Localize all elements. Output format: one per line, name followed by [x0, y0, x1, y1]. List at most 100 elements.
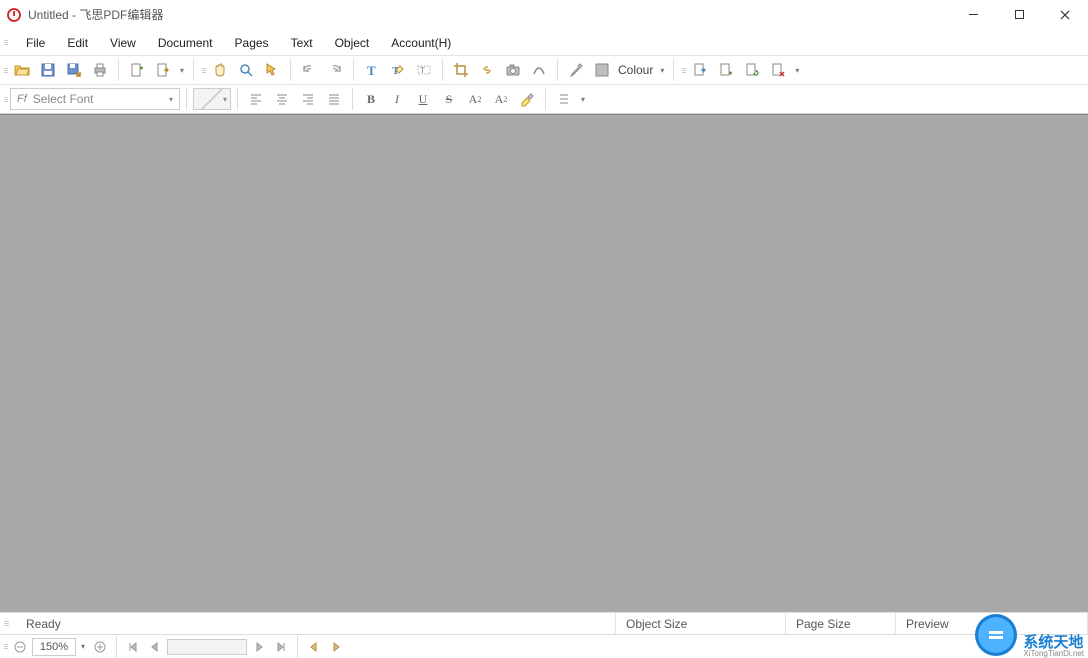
print-button[interactable] — [88, 58, 112, 82]
next-page-button[interactable] — [249, 637, 269, 657]
zoom-dropdown[interactable]: ▾ — [78, 642, 88, 651]
text-tool-button[interactable]: T — [360, 58, 384, 82]
font-prefix-icon: Ff — [17, 93, 27, 105]
page-insert-button[interactable] — [714, 58, 738, 82]
prev-page-button[interactable] — [145, 637, 165, 657]
new-page-button[interactable] — [125, 58, 149, 82]
page-ops-dropdown[interactable]: ▾ — [792, 66, 802, 75]
text-box-button[interactable]: T — [412, 58, 436, 82]
eyedropper-button[interactable] — [564, 58, 588, 82]
menu-account[interactable]: Account(H) — [381, 32, 461, 54]
font-selector[interactable]: Ff Select Font ▾ — [10, 88, 180, 110]
watermark-icon — [975, 614, 1017, 656]
toolbar-separator — [237, 88, 238, 110]
window-title: Untitled - 飞思PDF编辑器 — [28, 6, 163, 23]
crop-button[interactable] — [449, 58, 473, 82]
watermark-en: XiTongTianDi.net — [1023, 650, 1084, 658]
first-page-button[interactable] — [123, 637, 143, 657]
watermark-cn: 系统天地 — [1023, 635, 1084, 650]
menu-object[interactable]: Object — [325, 32, 380, 54]
history-back-button[interactable] — [304, 637, 324, 657]
snapshot-button[interactable] — [501, 58, 525, 82]
italic-button[interactable]: I — [385, 87, 409, 111]
page-refresh-button[interactable] — [740, 58, 764, 82]
toolbar-separator — [352, 88, 353, 110]
save-as-button[interactable] — [62, 58, 86, 82]
svg-text:T: T — [420, 66, 425, 75]
shape-button[interactable] — [527, 58, 551, 82]
nav-separator — [297, 636, 298, 658]
hand-tool-button[interactable] — [208, 58, 232, 82]
align-center-button[interactable] — [270, 87, 294, 111]
toolbar-format: Ff Select Font ▾ ▾ B I U S A2 A2 ▾ — [0, 85, 1088, 114]
menu-file[interactable]: File — [16, 32, 55, 54]
page-number-field[interactable] — [167, 639, 247, 655]
watermark: 系统天地 XiTongTianDi.net — [975, 635, 1084, 658]
colour-dropdown[interactable]: ▾ — [657, 66, 667, 75]
line-spacing-dropdown[interactable]: ▾ — [578, 95, 588, 104]
colour-swatch-button[interactable] — [590, 58, 614, 82]
zoom-out-button[interactable] — [10, 637, 30, 657]
align-justify-button[interactable] — [322, 87, 346, 111]
menu-pages[interactable]: Pages — [225, 32, 279, 54]
status-grip[interactable] — [4, 621, 12, 626]
navigation-bar: 150% ▾ 系统天地 XiTongTianDi.net — [0, 634, 1088, 658]
toolbar-separator — [186, 88, 187, 110]
pointer-tool-button[interactable] — [260, 58, 284, 82]
menu-edit[interactable]: Edit — [57, 32, 98, 54]
colour-label: Colour — [616, 63, 655, 77]
toolbar-grip[interactable] — [4, 68, 8, 73]
strikethrough-button[interactable]: S — [437, 87, 461, 111]
toolbar-grip[interactable] — [4, 97, 8, 102]
highlight-button[interactable] — [515, 87, 539, 111]
bold-button[interactable]: B — [359, 87, 383, 111]
status-ready: Ready — [16, 613, 616, 634]
page-extract-button[interactable] — [688, 58, 712, 82]
document-canvas[interactable] — [0, 114, 1088, 612]
save-button[interactable] — [36, 58, 60, 82]
superscript-button[interactable]: A2 — [463, 87, 487, 111]
page-delete-button[interactable] — [766, 58, 790, 82]
toolbar-separator — [557, 59, 558, 81]
window-controls — [950, 0, 1088, 29]
toolbar-separator — [673, 59, 674, 81]
text-edit-button[interactable]: T — [386, 58, 410, 82]
close-button[interactable] — [1042, 0, 1088, 29]
menu-view[interactable]: View — [100, 32, 146, 54]
menu-document[interactable]: Document — [148, 32, 223, 54]
menubar-grip[interactable] — [4, 40, 10, 45]
text-colour-swatch[interactable]: ▾ — [193, 88, 231, 110]
last-page-button[interactable] — [271, 637, 291, 657]
status-page-size: Page Size — [786, 613, 896, 634]
undo-button[interactable] — [297, 58, 321, 82]
history-forward-button[interactable] — [326, 637, 346, 657]
toolbar-separator — [290, 59, 291, 81]
toolbar-separator — [545, 88, 546, 110]
menu-text[interactable]: Text — [281, 32, 323, 54]
app-icon — [6, 7, 22, 23]
underline-button[interactable]: U — [411, 87, 435, 111]
align-right-button[interactable] — [296, 87, 320, 111]
export-page-button[interactable] — [151, 58, 175, 82]
link-button[interactable] — [475, 58, 499, 82]
menubar: File Edit View Document Pages Text Objec… — [0, 30, 1088, 56]
chevron-down-icon: ▾ — [169, 95, 173, 104]
zoom-tool-button[interactable] — [234, 58, 258, 82]
status-object-size: Object Size — [616, 613, 786, 634]
line-spacing-button[interactable] — [552, 87, 576, 111]
zoom-in-button[interactable] — [90, 637, 110, 657]
font-placeholder: Select Font — [33, 92, 94, 106]
toolbar-grip[interactable] — [682, 68, 686, 73]
subscript-button[interactable]: A2 — [489, 87, 513, 111]
export-dropdown[interactable]: ▾ — [177, 66, 187, 75]
align-left-button[interactable] — [244, 87, 268, 111]
toolbar-separator — [442, 59, 443, 81]
titlebar: Untitled - 飞思PDF编辑器 — [0, 0, 1088, 30]
minimize-button[interactable] — [950, 0, 996, 29]
maximize-button[interactable] — [996, 0, 1042, 29]
open-button[interactable] — [10, 58, 34, 82]
nav-grip[interactable] — [4, 644, 8, 649]
redo-button[interactable] — [323, 58, 347, 82]
toolbar-grip[interactable] — [202, 68, 206, 73]
zoom-value[interactable]: 150% — [32, 638, 76, 656]
